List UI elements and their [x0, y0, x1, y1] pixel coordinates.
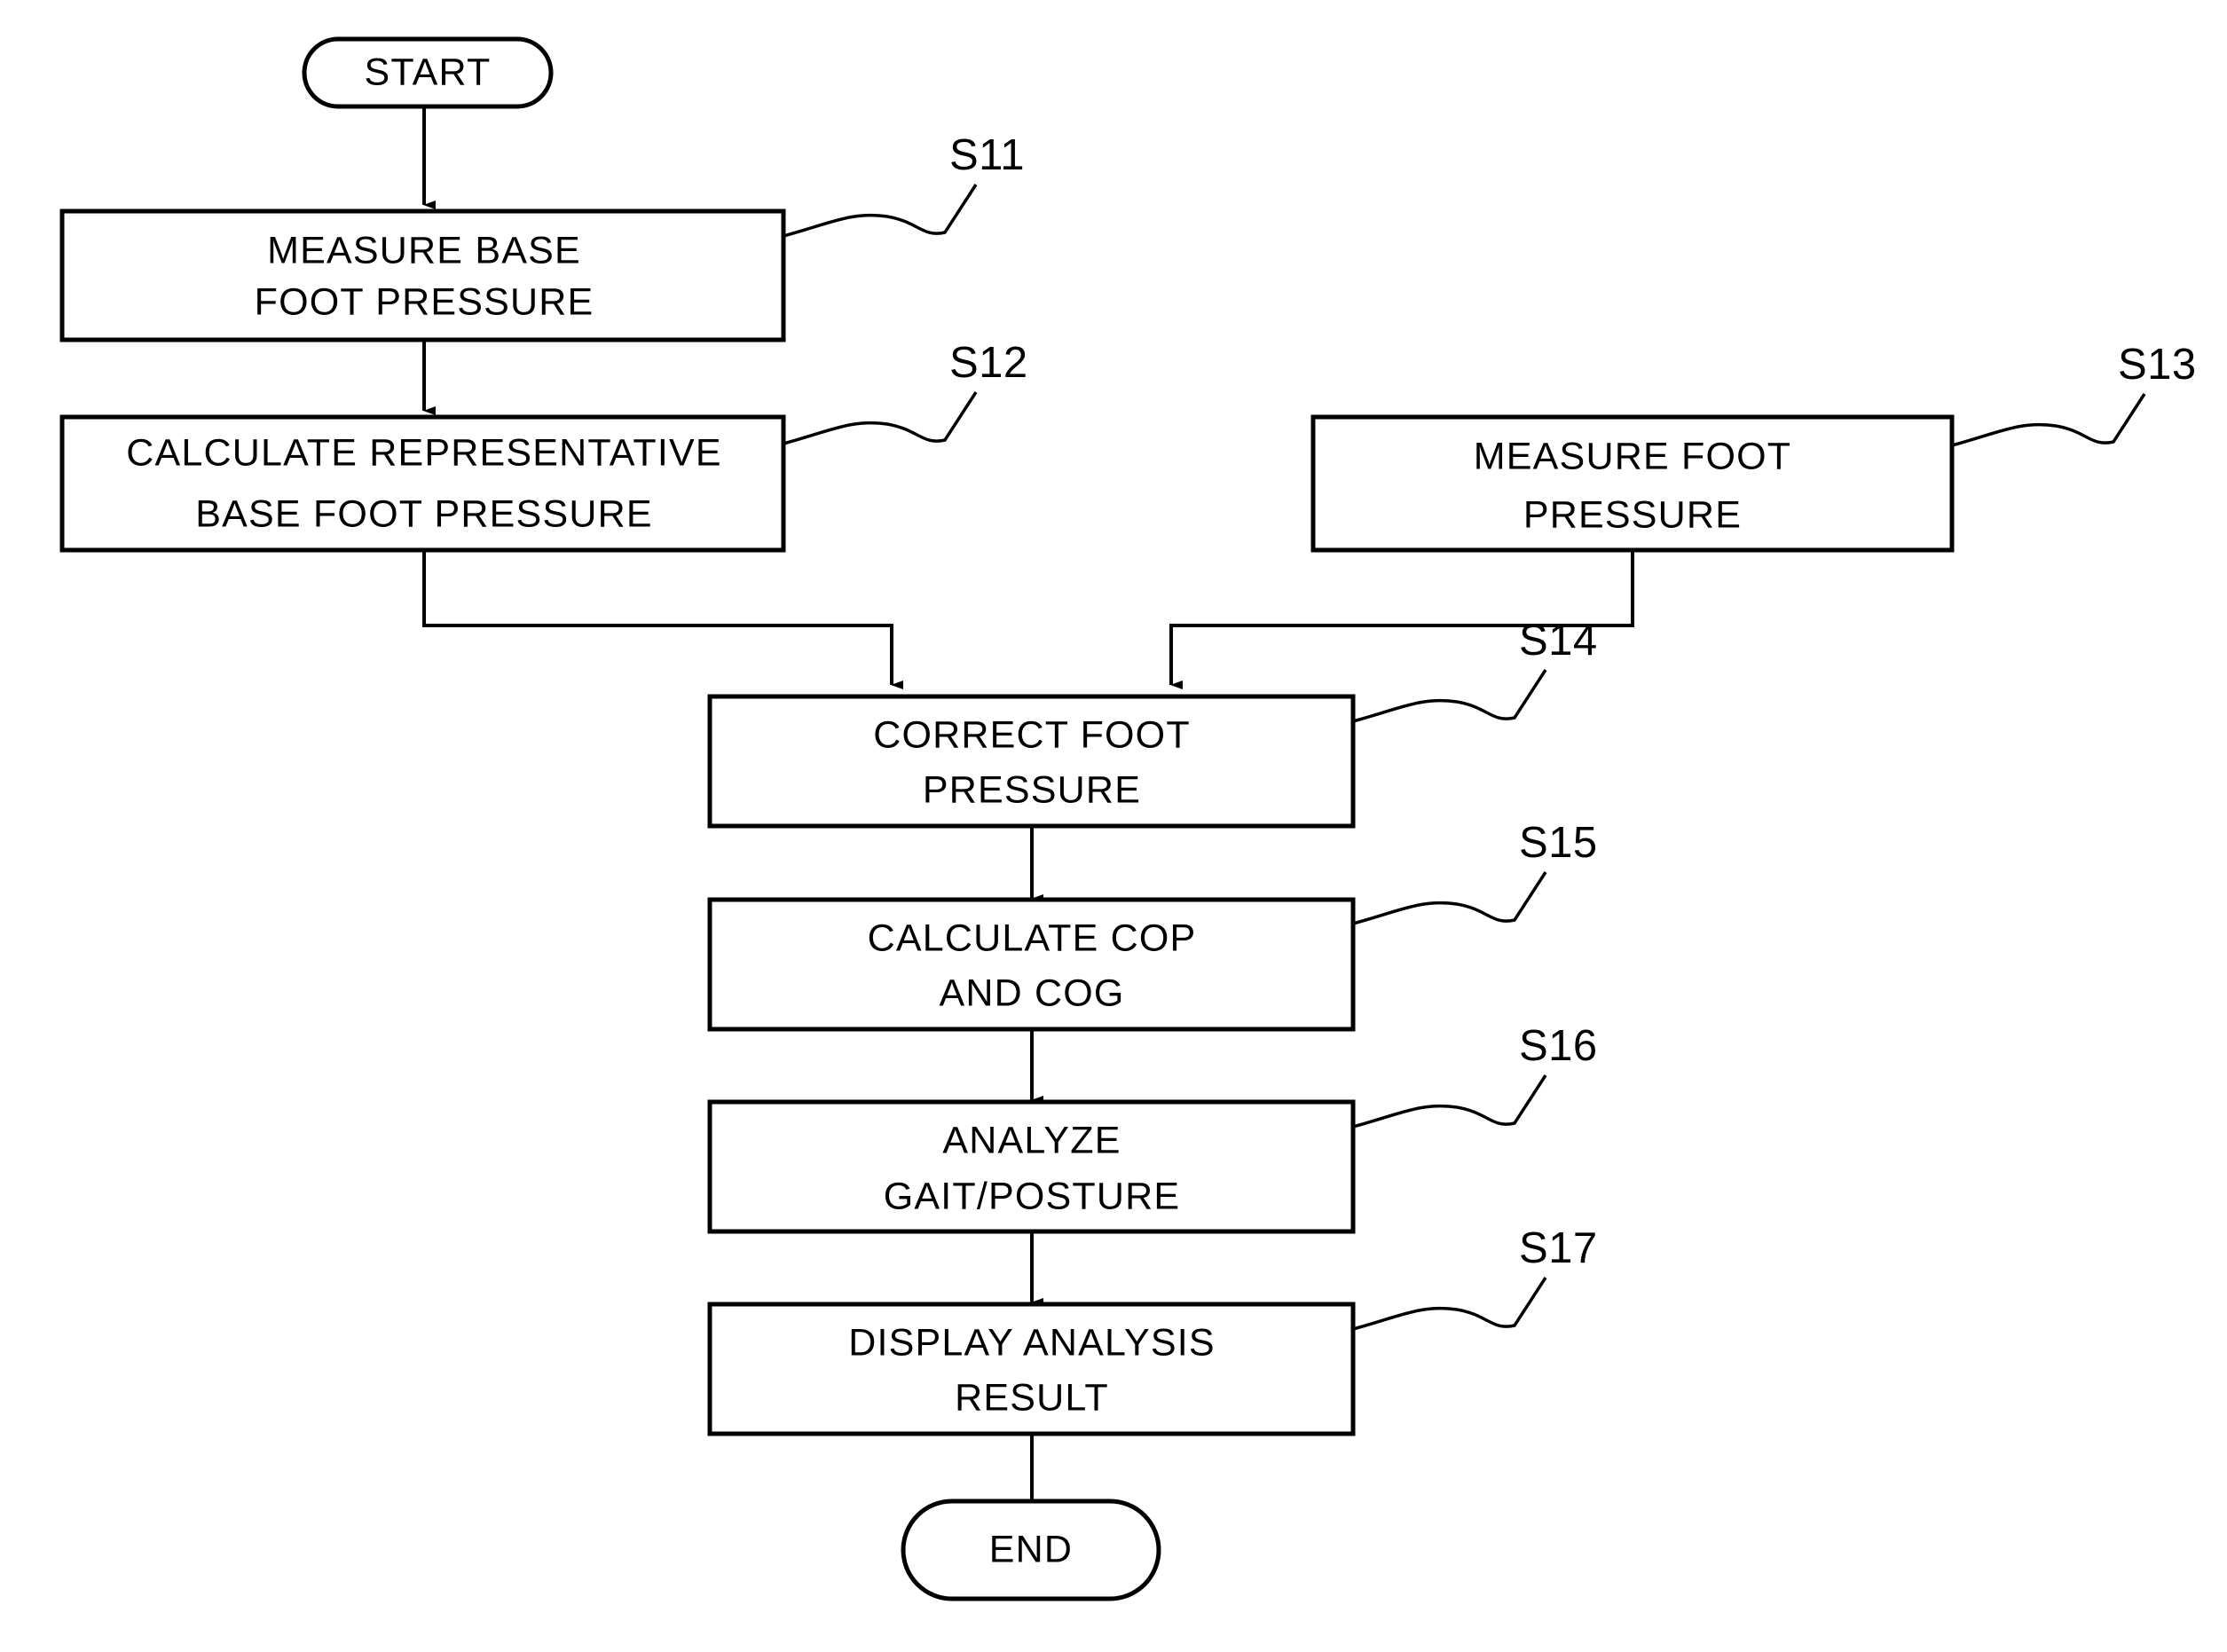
s15-label-line1: CALCULATE COP	[868, 916, 1197, 959]
node-s17[interactable]: DISPLAY ANALYSIS RESULT	[707, 1302, 1356, 1436]
step-label-s17: S17	[1519, 1224, 1598, 1272]
s11-label-line2: FOOT PRESSURE	[255, 280, 594, 323]
step-label-s14: S14	[1519, 617, 1598, 665]
leader-line-s15	[1352, 871, 1547, 925]
leader-line-s12	[783, 391, 978, 445]
leader-line-s13	[1951, 393, 2146, 447]
edge-s12-to-s14	[422, 551, 903, 689]
s12-label-line2: BASE FOOT PRESSURE	[195, 492, 652, 535]
start-label: START	[365, 51, 492, 93]
leader-line-s14	[1352, 669, 1547, 723]
s13-label-line1: MEASURE FOOT	[1474, 435, 1791, 477]
s12-label-line1: CALCULATE REPRESENTATIVE	[126, 431, 722, 474]
s15-label-line2: AND COG	[939, 972, 1124, 1014]
node-s11[interactable]: MEASURE BASE FOOT PRESSURE	[59, 208, 786, 342]
step-label-s13: S13	[2118, 341, 2197, 389]
node-s12[interactable]: CALCULATE REPRESENTATIVE BASE FOOT PRESS…	[59, 414, 786, 553]
s14-label-line2: PRESSURE	[923, 768, 1141, 811]
step-label-s15: S15	[1519, 819, 1598, 867]
s16-label-line1: ANALYZE	[942, 1119, 1121, 1161]
node-end[interactable]: END	[901, 1499, 1161, 1601]
node-start[interactable]: START	[302, 36, 554, 109]
node-s16[interactable]: ANALYZE GAIT/POSTURE	[707, 1099, 1356, 1234]
s17-label-line2: RESULT	[955, 1376, 1109, 1419]
node-s13[interactable]: MEASURE FOOT PRESSURE	[1310, 414, 1955, 553]
leader-line-s16	[1352, 1074, 1547, 1129]
leader-line-s17	[1352, 1277, 1547, 1331]
step-label-s12: S12	[949, 339, 1028, 387]
flowchart-canvas: START MEASURE BASE FOOT PRESSURE S11 CAL…	[0, 0, 2227, 1652]
node-s15[interactable]: CALCULATE COP AND COG	[707, 897, 1356, 1032]
end-label: END	[989, 1528, 1073, 1570]
step-label-s16: S16	[1519, 1022, 1598, 1070]
leader-line-s11	[783, 184, 978, 238]
flowchart-diagram: START MEASURE BASE FOOT PRESSURE S11 CAL…	[59, 36, 2197, 1601]
node-s14[interactable]: CORRECT FOOT PRESSURE	[707, 694, 1356, 829]
step-label-s11: S11	[949, 131, 1025, 179]
s13-label-line2: PRESSURE	[1523, 493, 1742, 536]
s17-label-line1: DISPLAY ANALYSIS	[848, 1321, 1216, 1364]
s11-label-line1: MEASURE BASE	[267, 229, 581, 271]
s16-label-line2: GAIT/POSTURE	[884, 1175, 1181, 1217]
s14-label-line1: CORRECT FOOT	[873, 713, 1191, 756]
